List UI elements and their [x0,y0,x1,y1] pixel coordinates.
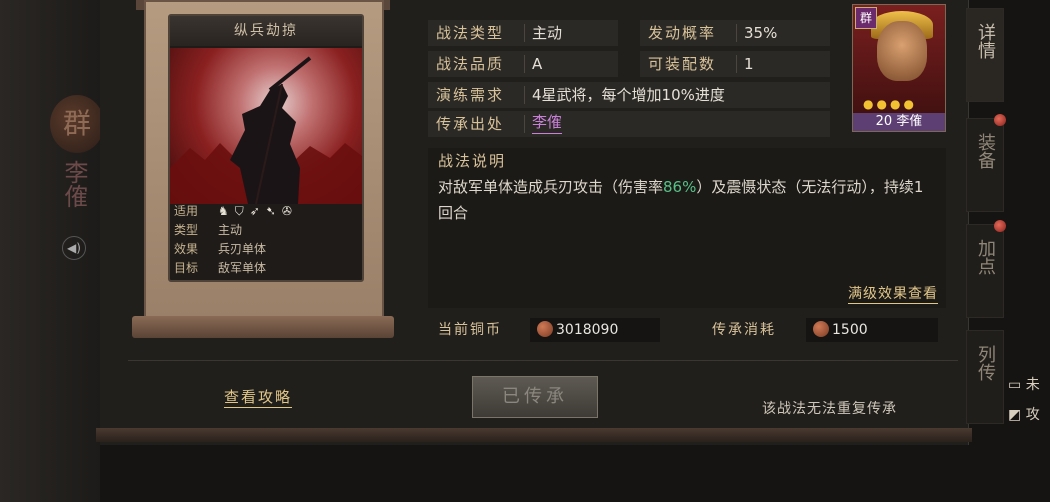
faction-emblem: 群 [50,95,104,153]
scroll-roller-bottom [132,316,394,338]
description-title: 战法说明 [438,152,507,170]
attr-value: 35% [744,24,778,42]
attr-divider [524,24,525,42]
left-hero-name: 李傕 [60,160,88,208]
card-row-applicable: 适用 ♞ ⛉ ➶ ➷ ✇ [174,202,358,221]
warrior-silhouette-icon [170,56,362,204]
attr-value: A [532,55,543,73]
attr-skill-quality: 战法品质 A [428,51,618,77]
attr-label: 传承出处 [436,115,505,133]
sound-icon[interactable]: ◀) [62,236,86,260]
card-row-label: 效果 [174,242,199,256]
star-icon: ● [876,97,887,111]
hero-stars: ● ● ● ● [863,97,914,111]
inherited-button[interactable]: 已传承 [472,376,598,418]
card-row-effect: 效果 兵刃单体 [174,240,358,259]
full-effect-link[interactable]: 满级效果查看 [848,283,938,304]
spear-icon: ➷ [265,204,276,218]
star-icon: ● [889,97,901,111]
attr-label: 发动概率 [648,24,717,42]
hero-level-name: 20 李傕 [853,113,945,131]
source-hero-link[interactable]: 李傕 [532,111,563,134]
card-row-label: 适用 [174,204,199,218]
right-edge-icon: ◩ [1008,407,1026,423]
right-edge-icon: ▭ [1008,377,1026,393]
unit-type-icons: ♞ ⛉ ➶ ➷ ✇ [218,202,292,221]
star-icon: ● [863,97,874,111]
attr-value: 主动 [532,24,563,42]
damage-rate: 86% [663,178,697,196]
right-edge-item[interactable]: ◩ 攻 [1008,400,1050,430]
skill-card-title: 纵兵劫掠 [170,16,362,46]
tab-label: 列传 [975,345,996,381]
copper-coin-icon [537,321,553,337]
attr-equip-count: 可装配数 1 [640,51,830,77]
attr-label: 可装配数 [648,55,717,73]
copper-value: 3018090 [556,322,619,338]
tab-label: 详情 [975,23,996,59]
right-edge-items: ▭ 未 ◩ 攻 [1008,370,1050,430]
bow-icon: ➶ [249,204,260,218]
siege-icon: ✇ [281,204,292,218]
faction-badge: 群 [855,7,877,29]
cost-value: 1500 [832,322,868,338]
card-row-label: 类型 [174,223,199,237]
cavalry-icon: ♞ [218,204,229,218]
attr-skill-type: 战法类型 主动 [428,20,618,46]
bottom-divider [128,360,958,361]
tab-equipment[interactable]: 装备 [966,118,1004,212]
inherit-note: 该战法无法重复传承 [762,401,897,417]
attr-divider [736,55,737,73]
attr-inherit-source: 传承出处 李傕 [428,111,830,137]
view-guide-link[interactable]: 查看攻略 [224,386,293,408]
shield-icon: ⛉ [234,204,244,218]
attr-divider [524,86,525,104]
copper-label: 当前铜币 [438,322,502,338]
tab-label: 加点 [975,239,996,275]
card-row-value: 敌军单体 [218,261,267,275]
skill-card-info: 适用 ♞ ⛉ ➶ ➷ ✇ 类型 主动 效果 兵刃单体 目标 敌军单体 [174,202,358,278]
dialog-footer-bar [96,428,972,442]
notification-dot [994,220,1006,232]
attr-value: 4星武将，每个增加10%进度 [532,86,725,104]
description-box: 战法说明 对敌军单体造成兵刃攻击（伤害率86%）及震慑状态（无法行动），持续1回… [428,148,946,308]
cost-label: 传承消耗 [712,322,776,338]
hero-face [877,21,927,81]
card-row-label: 目标 [174,261,199,275]
attr-value: 1 [744,55,754,73]
attr-trigger-rate: 发动概率 35% [640,20,830,46]
attr-divider [524,115,525,133]
card-row-type: 类型 主动 [174,221,358,240]
card-row-target: 目标 敌军单体 [174,259,358,278]
attr-divider [524,55,525,73]
description-text-before: 对敌军单体造成兵刃攻击（伤害率 [438,178,664,196]
copper-coin-icon [813,321,829,337]
star-icon: ● [903,97,914,111]
attr-divider [736,24,737,42]
attr-drill-requirement: 演练需求 4星武将，每个增加10%进度 [428,82,830,108]
right-edge-label: 攻 [1025,407,1040,423]
skill-card-art [170,48,362,204]
attr-label: 战法品质 [436,55,505,73]
tab-details[interactable]: 详情 [966,8,1004,102]
right-edge-label: 未 [1025,377,1040,393]
notification-dot [994,114,1006,126]
tab-label: 装备 [975,133,996,169]
tab-biography[interactable]: 列传 [966,330,1004,424]
attr-label: 演练需求 [436,86,505,104]
tab-points[interactable]: 加点 [966,224,1004,318]
skill-card: 纵兵劫掠 适用 ♞ ⛉ ➶ ➷ ✇ 类型 主动 效果 兵刃单体 目标 敌军单体 [168,14,364,282]
description-text: 对敌军单体造成兵刃攻击（伤害率86%）及震慑状态（无法行动），持续1回合 [438,174,938,226]
right-edge-item[interactable]: ▭ 未 [1008,370,1050,400]
card-row-value: 主动 [218,223,243,237]
card-row-value: 兵刃单体 [218,242,267,256]
attr-label: 战法类型 [436,24,505,42]
hero-portrait[interactable]: 群 ● ● ● ● 20 李傕 [852,4,946,132]
